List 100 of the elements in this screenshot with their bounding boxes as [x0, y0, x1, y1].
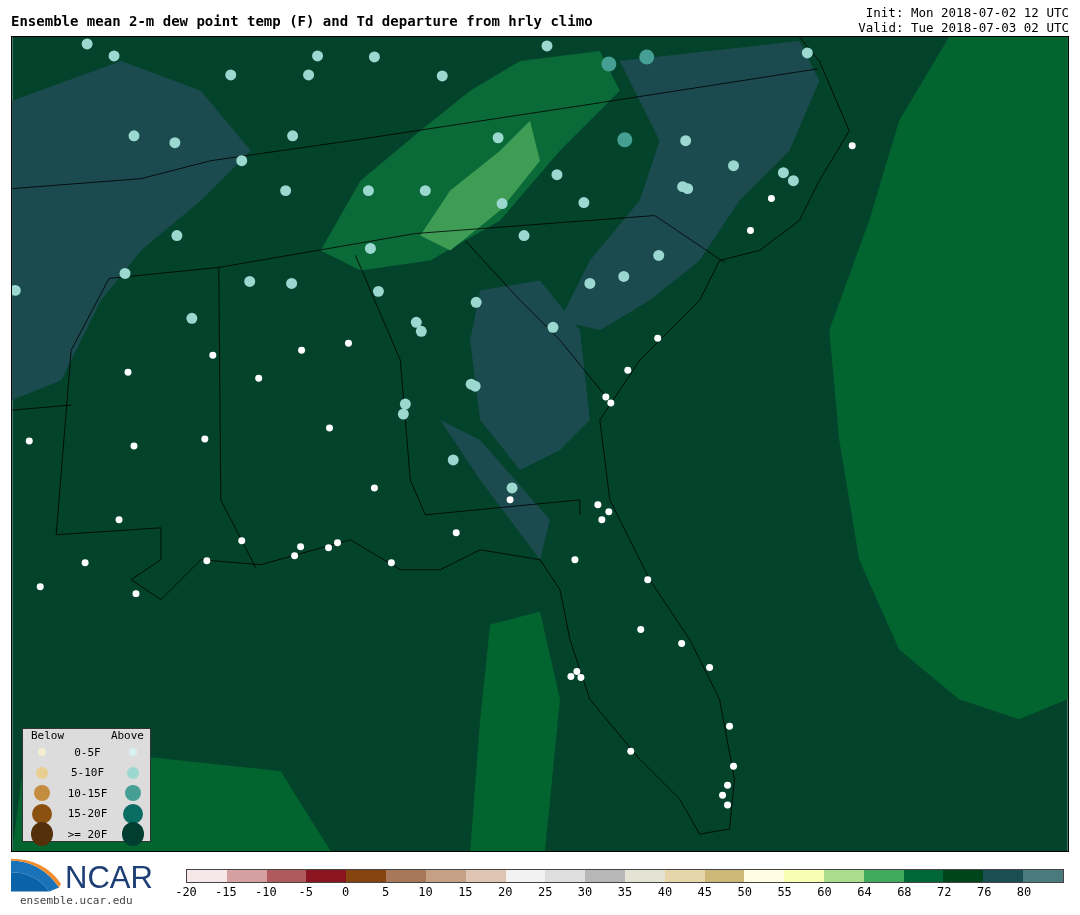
- station-dot: [470, 296, 482, 308]
- station-dot: [724, 781, 732, 789]
- station-dot: [728, 160, 739, 172]
- station-dot: [518, 230, 530, 241]
- station-dot: [617, 132, 633, 148]
- station-dot: [706, 663, 714, 671]
- station-dot: [680, 135, 692, 147]
- legend-heading: Above: [110, 730, 144, 742]
- station-dot: [364, 243, 376, 254]
- station-dot: [238, 537, 246, 545]
- station-dot: [639, 49, 655, 65]
- station-dot: [541, 40, 553, 52]
- station-dot: [287, 130, 299, 142]
- station-dot: [601, 56, 617, 72]
- station-dot: [571, 556, 579, 564]
- station-dot: [410, 316, 422, 328]
- station-dot: [415, 325, 427, 337]
- logo-swoosh-icon: [11, 858, 61, 894]
- colorbar-tick-label: 15: [458, 885, 473, 899]
- station-dot: [397, 408, 409, 420]
- legend-heading: Below: [31, 730, 65, 742]
- colorbar-tick-label: 55: [777, 885, 792, 899]
- station-dot: [419, 185, 431, 197]
- station-dot: [436, 70, 448, 82]
- colorbar-tick-label: 60: [817, 885, 832, 899]
- colorbar-tick-label: 25: [537, 885, 553, 899]
- colorbar-tick-label: 10: [418, 885, 433, 899]
- station-dot: [506, 496, 514, 504]
- station-dot: [255, 374, 263, 382]
- logo-wordmark: NCAR: [65, 862, 153, 894]
- station-dot: [370, 484, 378, 492]
- station-dot: [644, 576, 652, 584]
- station-dot: [551, 169, 563, 181]
- colorbar-tick-label: 72: [937, 885, 952, 899]
- station-dot: [777, 167, 789, 179]
- legend-label: 15-20F: [66, 807, 109, 821]
- station-dot: [719, 791, 727, 799]
- station-dot: [594, 501, 602, 509]
- station-dot: [767, 195, 775, 203]
- colorbar-tick-label: 35: [617, 885, 633, 899]
- station-dot: [362, 185, 374, 197]
- station-dot: [637, 626, 645, 634]
- station-dot: [506, 482, 518, 494]
- station-dot: [236, 155, 248, 167]
- colorbar-tick-label: 20: [498, 885, 513, 899]
- station-dot: [682, 183, 694, 195]
- init-time: Init: Mon 2018-07-02 12 UTC: [865, 5, 1069, 20]
- station-dot: [447, 454, 459, 466]
- legend-label: 0-5F: [73, 745, 102, 759]
- station-dot: [368, 51, 380, 63]
- valid-time: Valid: Tue 2018-07-03 02 UTC: [858, 20, 1069, 35]
- station-dot: [547, 321, 559, 333]
- station-dot: [627, 747, 635, 755]
- station-dot: [132, 590, 140, 598]
- station-dot: [334, 539, 341, 547]
- colorbar-tick-label: 80: [1016, 885, 1032, 899]
- station-dot: [452, 529, 460, 537]
- station-dot: [345, 339, 352, 347]
- station-dot: [81, 38, 93, 50]
- station-dot: [128, 130, 140, 142]
- station-dot: [186, 312, 198, 324]
- station-dot: [36, 583, 44, 591]
- colorbar-tick-label: 45: [697, 885, 713, 899]
- station-dot: [280, 185, 292, 197]
- station-dot: [130, 442, 138, 450]
- station-dot: [372, 285, 384, 297]
- station-dot: [724, 801, 732, 809]
- station-dot: [171, 230, 183, 241]
- station-dot: [801, 47, 813, 59]
- station-dot: [726, 722, 734, 730]
- station-dot: [496, 198, 508, 210]
- station-dot: [584, 277, 596, 289]
- legend-label: 10-15F: [66, 786, 109, 800]
- colorbar-tick-label: 50: [737, 885, 752, 899]
- station-dot: [209, 351, 217, 359]
- station-dot: [225, 69, 237, 81]
- station-dot: [303, 69, 315, 81]
- station-dot: [653, 250, 665, 261]
- legend-label: 5-10F: [69, 766, 106, 780]
- colorbar-tick-label: -5: [298, 885, 313, 899]
- station-dot: [326, 424, 333, 432]
- station-dot: [848, 142, 856, 150]
- colorbar-tick-label: 30: [577, 885, 593, 899]
- station-dot: [244, 275, 256, 287]
- station-dot: [618, 270, 630, 282]
- station-dot: [624, 366, 632, 374]
- station-dot: [678, 640, 686, 647]
- legend-label: >= 20F: [66, 827, 109, 841]
- station-dot: [469, 380, 481, 392]
- colorbar-tick-label: 76: [976, 885, 992, 899]
- station-dot: [25, 437, 33, 445]
- chart-title: Ensemble mean 2-m dew point temp (F) and Td departure from hrly climo: [11, 13, 593, 29]
- station-dot: [115, 516, 123, 524]
- colorbar-tick-label: -20: [175, 885, 197, 899]
- station-dot: [108, 50, 120, 62]
- station-dot: [203, 557, 211, 565]
- station-dot: [747, 227, 754, 234]
- colorbar-tick-label: 68: [897, 885, 912, 899]
- station-dot: [201, 435, 209, 443]
- station-dot: [124, 368, 132, 376]
